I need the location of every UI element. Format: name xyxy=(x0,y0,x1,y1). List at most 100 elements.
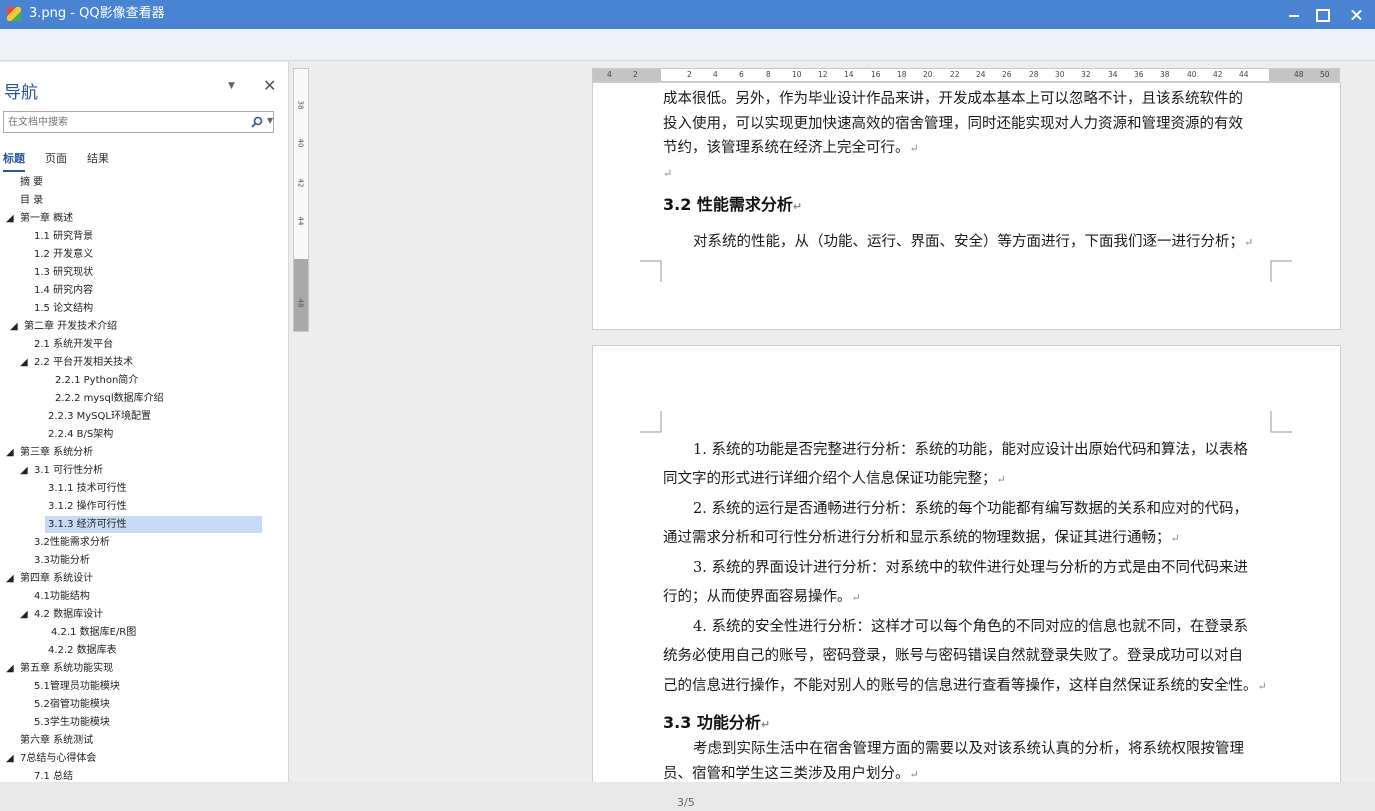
expand-arrow-icon[interactable]: ◢ xyxy=(6,444,14,462)
expand-arrow-icon[interactable]: ◢ xyxy=(20,606,28,624)
list-item-line: 通过需求分析和可行性分析进行分析和显示系统的物理数据，保证其进行通畅； xyxy=(663,530,1171,546)
nav-close-icon[interactable]: ✕ xyxy=(263,76,276,95)
toc-item[interactable]: 2.2.3 MySQL环境配置 xyxy=(48,408,151,426)
toc-item[interactable]: 2.2 平台开发相关技术 xyxy=(34,354,133,372)
ruler-tick-label: 20 xyxy=(923,70,933,79)
status-bar: 3/5 xyxy=(0,782,1375,811)
list-item-line: 3. 系统的界面设计进行分析：对系统中的软件进行处理与分析的方式是由不同代码来进 xyxy=(693,560,1248,576)
toc-item[interactable]: 1.4 研究内容 xyxy=(34,282,93,300)
app-icon xyxy=(7,7,21,21)
ruler-tick-label: 32 xyxy=(1081,70,1091,79)
toc-item[interactable]: 5.2宿管功能模块 xyxy=(34,696,110,714)
body-line: 节约，该管理系统在经济上完全可行。 xyxy=(663,140,910,156)
ruler-tick-label: 44 xyxy=(296,216,305,226)
ruler-tick-label: 4 xyxy=(713,70,718,79)
toc-item-selected[interactable]: 3.1.3 经济可行性 xyxy=(48,516,127,534)
crop-mark-icon xyxy=(640,411,662,433)
ruler-tick-label: 26 xyxy=(1002,70,1012,79)
toc-item[interactable]: 第五章 系统功能实现 xyxy=(20,660,113,678)
expand-arrow-icon[interactable]: ◢ xyxy=(6,570,14,588)
expand-arrow-icon[interactable]: ◢ xyxy=(10,318,18,336)
body-paragraph: 员、宿管和学生这三类涉及用户划分。 xyxy=(663,766,910,782)
ruler-tick-label: 48 xyxy=(1294,70,1304,79)
ruler-tick-label: 6 xyxy=(739,70,744,79)
ruler-tick-label: 28 xyxy=(1029,70,1039,79)
ruler-tick-label: 40 xyxy=(1187,70,1197,79)
section-heading: 3.3 功能分析 xyxy=(663,713,761,732)
toc-item[interactable]: 3.1.1 技术可行性 xyxy=(48,480,127,498)
section-heading: 3.2 性能需求分析 xyxy=(663,195,793,214)
ruler-tick-label: 42 xyxy=(1213,70,1223,79)
ruler-tick-label: 16 xyxy=(871,70,881,79)
toolbar xyxy=(0,29,1375,61)
search-dropdown-icon[interactable]: ▼ xyxy=(267,116,273,125)
document-page: 1. 系统的功能是否完整进行分析：系统的功能，能对应设计出原始代码和算法，以表格… xyxy=(592,345,1341,782)
body-line: 成本很低。另外，作为毕业设计作品来讲，开发成本基本上可以忽略不计，且该系统软件的 xyxy=(663,91,1243,107)
toc-item[interactable]: 1.5 论文结构 xyxy=(34,300,93,318)
horizontal-ruler: 4 2 2 4 6 8 10 12 14 16 18 20 22 24 26 28 30 32 34 36 38 40 42… xyxy=(592,68,1340,82)
toc-item[interactable]: 1.1 研究背景 xyxy=(34,228,93,246)
nav-title: 导航 xyxy=(4,83,38,103)
toc-item[interactable]: 第二章 开发技术介绍 xyxy=(24,318,117,336)
toc-item[interactable]: 第一章 概述 xyxy=(20,210,73,228)
ruler-tick-label: 2 xyxy=(633,70,638,79)
toc-item[interactable]: 4.2 数据库设计 xyxy=(34,606,103,624)
nav-options-dropdown[interactable]: ▼ xyxy=(228,81,235,91)
tab-headings[interactable]: 标题 xyxy=(3,150,25,172)
toc-item[interactable]: 摘 要 xyxy=(20,174,43,192)
ruler-tick-label: 8 xyxy=(766,70,771,79)
toc-item[interactable]: 1.3 研究现状 xyxy=(34,264,93,282)
ruler-tick-label: 22 xyxy=(950,70,960,79)
body-line: 投入使用，可以实现更加快速高效的宿舍管理，同时还能实现对人力资源和管理资源的有效 xyxy=(663,116,1243,132)
toc-item[interactable]: 3.1.2 操作可行性 xyxy=(48,498,127,516)
toc-item[interactable]: 2.2.1 Python简介 xyxy=(55,372,138,390)
ruler-tick-label: 12 xyxy=(818,70,828,79)
tab-pages[interactable]: 页面 xyxy=(45,150,67,166)
list-item-line: 同文字的形式进行详细介绍个人信息保证功能完整； xyxy=(663,471,997,487)
ruler-tick-label: 40 xyxy=(296,138,305,148)
search-input[interactable] xyxy=(4,112,244,132)
body-paragraph: 考虑到实际生活中在宿舍管理方面的需要以及对该系统认真的分析，将系统权限按管理 xyxy=(693,741,1244,757)
list-item-line: 统务必使用自己的账号，密码登录，账号与密码错误自然就登录失败了。登录成功可以对自 xyxy=(663,648,1243,664)
list-item-line: 行的；从而使界面容易操作。 xyxy=(663,589,852,605)
toc-item[interactable]: 4.2.2 数据库表 xyxy=(48,642,117,660)
maximize-button[interactable] xyxy=(1305,0,1339,29)
toc-item[interactable]: 7.1 总结 xyxy=(34,768,73,782)
toc-item[interactable]: 第六章 系统测试 xyxy=(20,732,93,750)
ruler-tick-label: 50 xyxy=(1320,70,1330,79)
toc-item[interactable]: 5.3学生功能模块 xyxy=(34,714,110,732)
expand-arrow-icon[interactable]: ◢ xyxy=(20,354,28,372)
list-item-line: 己的信息进行操作，不能对别人的账号的信息进行查看等操作，这样自然保证系统的安全性… xyxy=(663,678,1258,694)
toc-item[interactable]: 2.2.4 B/S架构 xyxy=(48,426,113,444)
close-window-button[interactable] xyxy=(1340,0,1374,29)
paragraph-mark: ↵ xyxy=(663,167,673,180)
toc-item[interactable]: 目 录 xyxy=(20,192,43,210)
expand-arrow-icon[interactable]: ◢ xyxy=(6,750,14,768)
toc-item[interactable]: 1.2 开发意义 xyxy=(34,246,93,264)
expand-arrow-icon[interactable]: ◢ xyxy=(6,660,14,678)
image-viewport: 导航 ▼ ✕ ▼ 标题 页面 结果 摘 要目 录第一章 概述◢1.1 研究背景1… xyxy=(0,62,1375,782)
toc-item[interactable]: 4.1功能结构 xyxy=(34,588,90,606)
ruler-tick-label: 4 xyxy=(607,70,612,79)
toc-item[interactable]: 5.1管理员功能模块 xyxy=(34,678,120,696)
crop-mark-icon xyxy=(1270,260,1292,282)
expand-arrow-icon[interactable]: ◢ xyxy=(6,210,14,228)
tab-results[interactable]: 结果 xyxy=(87,150,109,166)
search-icon[interactable] xyxy=(251,116,263,128)
toc-item[interactable]: 第四章 系统设计 xyxy=(20,570,93,588)
toc-item[interactable]: 3.3功能分析 xyxy=(34,552,90,570)
ruler-tick-label: 10 xyxy=(792,70,802,79)
ruler-tick-label: 2 xyxy=(687,70,692,79)
toc-item[interactable]: 3.2性能需求分析 xyxy=(34,534,110,552)
vertical-ruler: 38 40 42 44 48 xyxy=(293,68,309,332)
ruler-tick-label: 24 xyxy=(976,70,986,79)
ruler-tick-label: 38 xyxy=(1160,70,1170,79)
toc-item[interactable]: 2.1 系统开发平台 xyxy=(34,336,113,354)
toc-item[interactable]: 4.2.1 数据库E/R图 xyxy=(51,624,136,642)
page-counter: 3/5 xyxy=(677,796,695,809)
toc-item[interactable]: 第三章 系统分析 xyxy=(20,444,93,462)
toc-item[interactable]: 2.2.2 mysql数据库介绍 xyxy=(55,390,164,408)
expand-arrow-icon[interactable]: ◢ xyxy=(20,462,28,480)
toc-item[interactable]: 3.1 可行性分析 xyxy=(34,462,103,480)
toc-item[interactable]: 7总结与心得体会 xyxy=(20,750,96,768)
